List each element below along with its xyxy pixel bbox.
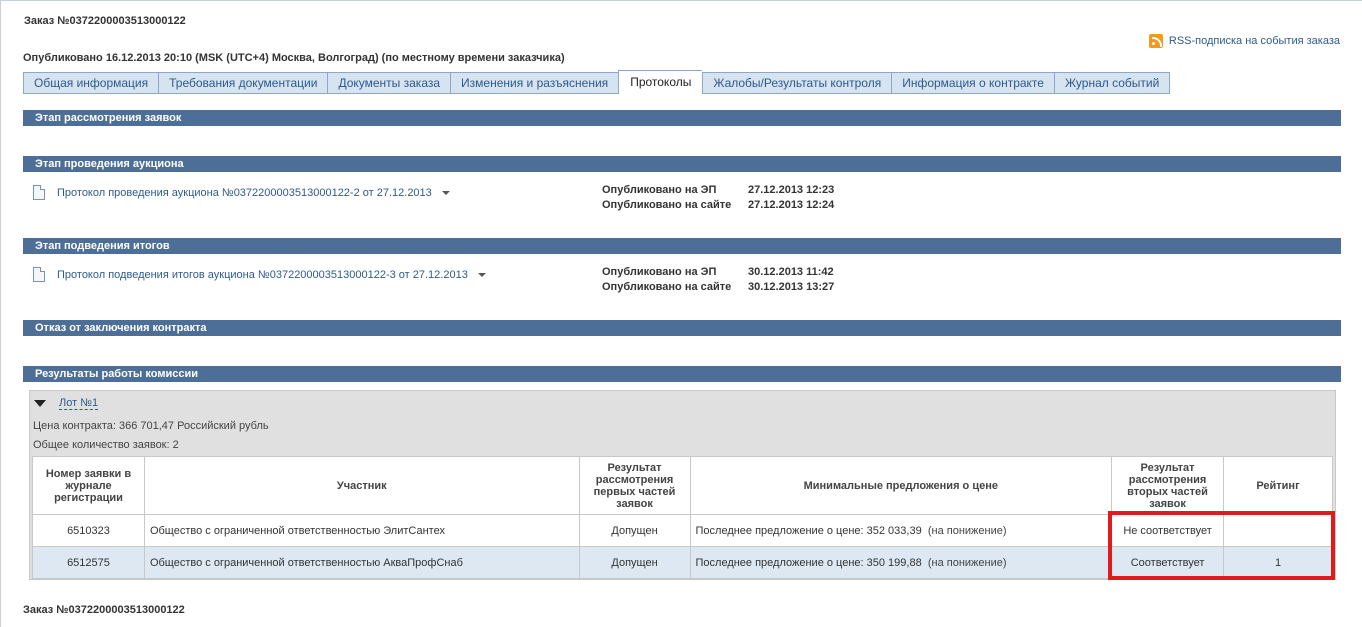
chevron-down-icon[interactable] [477, 272, 486, 277]
lot-header[interactable]: Лот №1 [34, 397, 99, 410]
cell-reg-no: 6510323 [32, 514, 145, 547]
header-reg-no: Номер заявки в журнале регистрации [32, 456, 145, 515]
cell-participant: Общество с ограниченной ответственностью… [143, 546, 580, 579]
tab-general-info[interactable]: Общая информация [23, 72, 159, 94]
offer-text: Последнее предложение о цене: 352 033,39 [695, 524, 922, 537]
document-icon [33, 267, 45, 282]
lot-contract-price: Цена контракта: 366 701,47 Российский ру… [33, 420, 269, 432]
footer-order-title: Заказ №0372200003513000122 [23, 604, 185, 616]
rss-icon [1148, 34, 1163, 48]
header-min-offers: Минимальные предложения о цене [689, 456, 1113, 515]
tab-contract-info[interactable]: Информация о контракте [891, 72, 1054, 94]
auction-protocol-row: Протокол проведения аукциона №0372200003… [33, 185, 450, 200]
site-label: Опубликовано на сайте [602, 199, 732, 211]
section-contract-refusal: Отказ от заключения контракта [23, 320, 1341, 336]
cell-first-parts: Допущен [578, 546, 691, 579]
offer-direction: (на понижение) [927, 524, 1007, 537]
ep-value: 27.12.2013 12:23 [748, 184, 835, 196]
published-info: Опубликовано 16.12.2013 20:10 (MSK (UTC+… [23, 52, 565, 64]
section-results-stage: Этап подведения итогов [23, 238, 1341, 254]
rss-label: RSS-подписка на события заказа [1168, 35, 1340, 47]
header-participant: Участник [143, 456, 580, 515]
tab-protocols[interactable]: Протоколы [618, 70, 703, 94]
chevron-down-icon[interactable] [441, 190, 450, 195]
lot-application-count: Общее количество заявок: 2 [33, 439, 179, 451]
tab-order-documents[interactable]: Документы заказа [327, 72, 451, 94]
site-label: Опубликовано на сайте [602, 281, 732, 293]
order-title: Заказ №0372200003513000122 [24, 15, 186, 27]
results-protocol-link[interactable]: Протокол подведения итогов аукциона №037… [57, 269, 468, 281]
table-header-row: Номер заявки в журнале регистрации Участ… [32, 456, 1333, 515]
section-review-stage: Этап рассмотрения заявок [23, 110, 1341, 126]
red-highlight-box [1108, 511, 1335, 580]
collapse-triangle-icon[interactable] [34, 400, 46, 407]
header-rating: Рейтинг [1223, 456, 1333, 515]
lot-title-link[interactable]: Лот №1 [59, 397, 99, 410]
tab-changes-clarifications[interactable]: Изменения и разъяснения [450, 72, 619, 94]
offer-direction: (на понижение) [927, 556, 1007, 569]
cell-first-parts: Допущен [578, 514, 691, 547]
tab-documentation-requirements[interactable]: Требования документации [158, 72, 328, 94]
tab-complaints[interactable]: Жалобы/Результаты контроля [702, 72, 892, 94]
ep-value: 30.12.2013 11:42 [748, 266, 834, 278]
tab-bar: Общая информация Требования документации… [23, 70, 1171, 94]
auction-publish-info: Опубликовано на ЭП 27.12.2013 12:23 Опубл… [602, 183, 834, 213]
cell-offer: Последнее предложение о цене: 350 199,88… [689, 546, 1113, 579]
cell-participant: Общество с ограниченной ответственностью… [143, 514, 580, 547]
section-commission-results: Результаты работы комиссии [23, 366, 1341, 382]
cell-offer: Последнее предложение о цене: 352 033,39… [689, 514, 1113, 547]
site-value: 30.12.2013 13:27 [748, 281, 835, 293]
rss-subscription-link[interactable]: RSS-подписка на события заказа [1148, 34, 1340, 48]
results-publish-info: Опубликовано на ЭП 30.12.2013 11:42 Опубл… [602, 265, 834, 295]
offer-text: Последнее предложение о цене: 350 199,88 [695, 556, 922, 569]
section-auction-stage: Этап проведения аукциона [23, 156, 1341, 172]
site-value: 27.12.2013 12:24 [748, 199, 835, 211]
auction-protocol-link[interactable]: Протокол проведения аукциона №0372200003… [57, 187, 432, 199]
results-protocol-row: Протокол подведения итогов аукциона №037… [33, 267, 486, 282]
tab-event-log[interactable]: Журнал событий [1053, 72, 1171, 94]
header-second-parts: Результат рассмотрения вторых частей зая… [1111, 456, 1225, 515]
document-icon [33, 185, 45, 200]
ep-label: Опубликовано на ЭП [602, 184, 717, 196]
ep-label: Опубликовано на ЭП [602, 266, 717, 278]
cell-reg-no: 6512575 [32, 546, 145, 579]
header-first-parts: Результат рассмотрения первых частей зая… [578, 456, 691, 515]
